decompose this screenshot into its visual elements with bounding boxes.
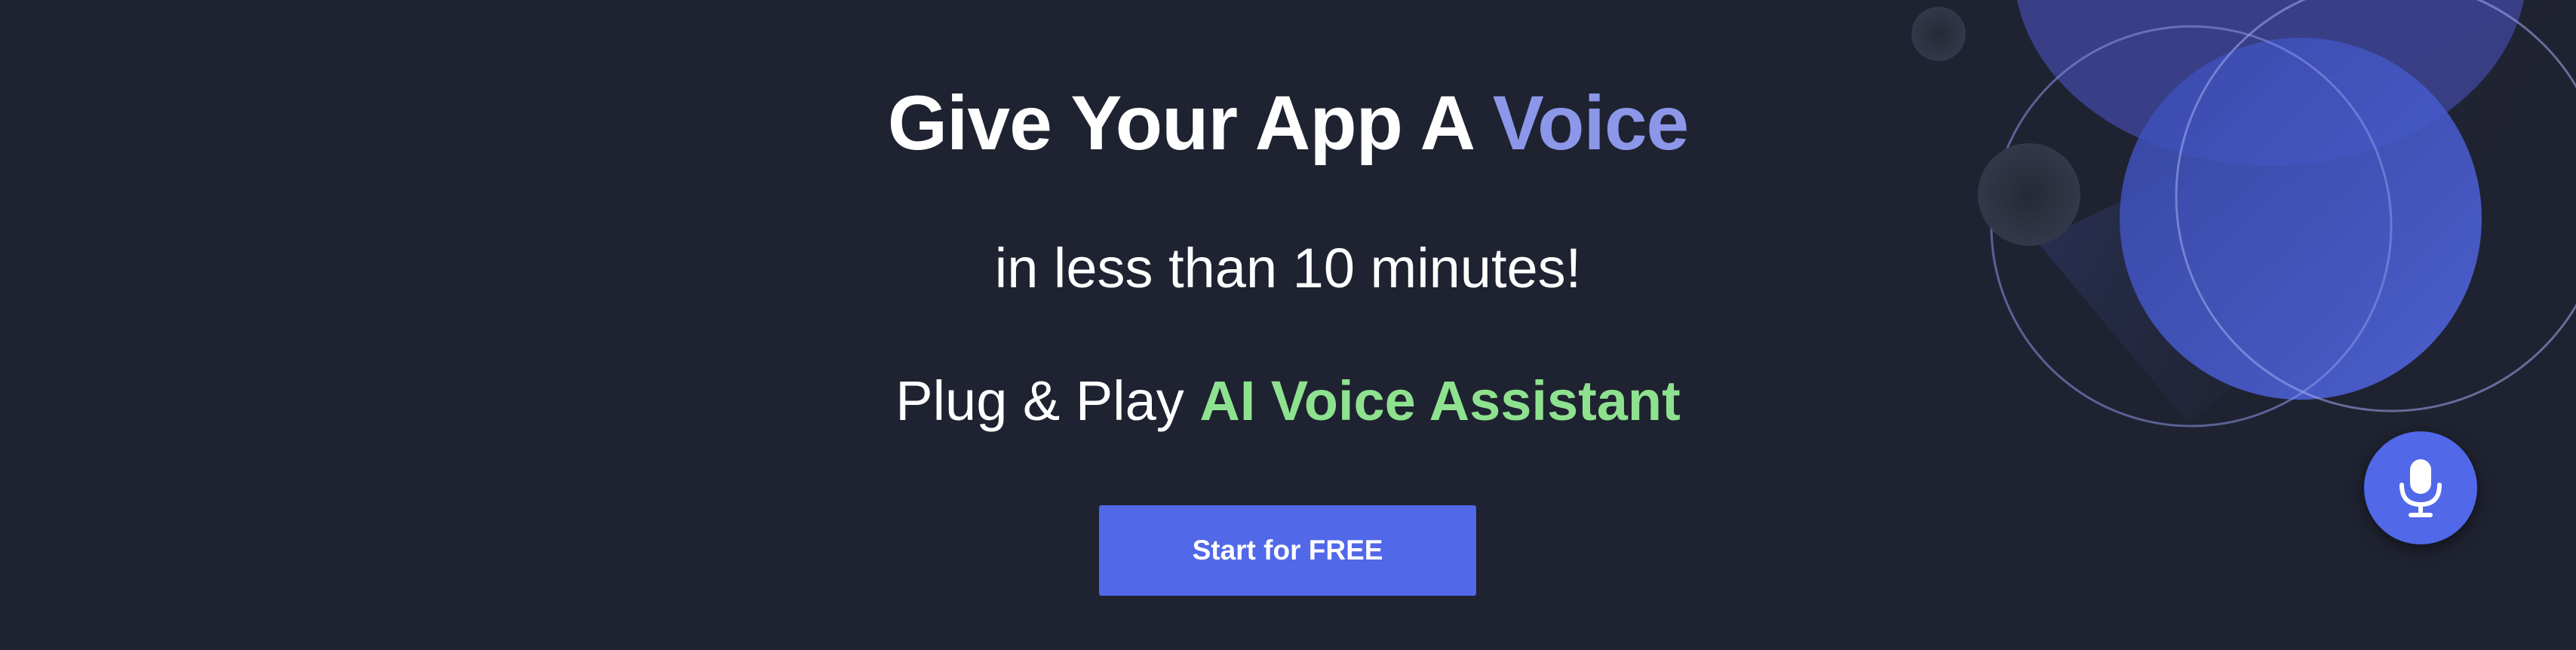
decor-streak (2037, 0, 2576, 422)
tagline-text: Plug & Play (895, 369, 1200, 432)
decor-dot-small (1911, 7, 1966, 61)
voice-assistant-button[interactable] (2364, 431, 2477, 544)
start-for-free-button[interactable]: Start for FREE (1099, 505, 1476, 596)
subheadline: in less than 10 minutes! (994, 237, 1582, 299)
headline-text: Give Your App A (887, 80, 1493, 166)
microphone-icon (2399, 459, 2442, 517)
decor-outline-circle-2 (2175, 0, 2576, 412)
headline: Give Your App A Voice (0, 74, 2576, 172)
hero-section: Give Your App A Voice in less than 10 mi… (0, 0, 2576, 650)
headline-accent: Voice (1492, 80, 1690, 166)
tagline-accent: AI Voice Assistant (1199, 369, 1681, 432)
tagline: Plug & Play AI Voice Assistant (0, 363, 2576, 439)
